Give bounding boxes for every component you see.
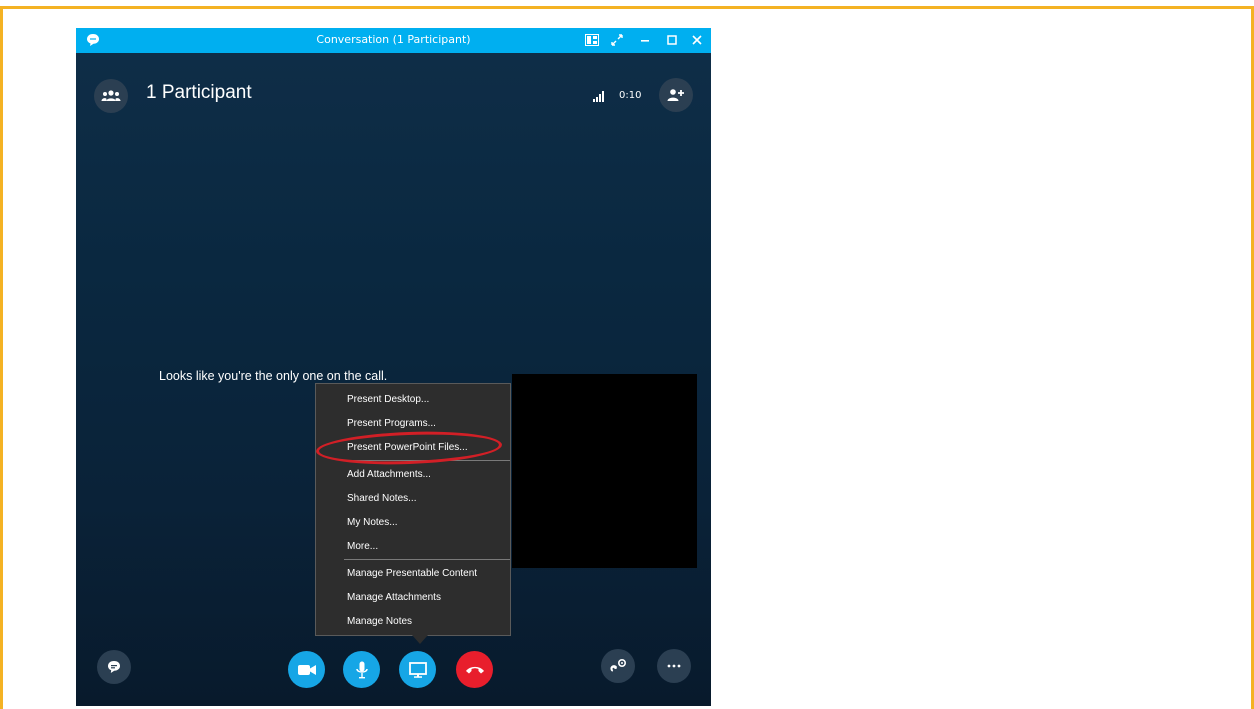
add-participant-icon <box>667 89 684 101</box>
more-options-icon <box>667 664 681 668</box>
menu-item-my-notes[interactable]: My Notes... <box>347 517 398 528</box>
video-icon <box>297 664 316 675</box>
add-participant-button[interactable] <box>659 78 693 112</box>
menu-item-shared-notes[interactable]: Shared Notes... <box>347 493 416 504</box>
more-options-button[interactable] <box>657 649 691 683</box>
participants-button[interactable] <box>94 79 128 113</box>
participant-count-title: 1 Participant <box>146 82 252 103</box>
title-bar[interactable]: Conversation (1 Participant) <box>76 28 711 53</box>
minimize-button[interactable] <box>637 32 653 48</box>
call-timer: 0:10 <box>619 90 642 101</box>
close-icon <box>692 35 702 45</box>
video-button[interactable] <box>288 651 325 688</box>
fullscreen-button[interactable] <box>609 32 625 48</box>
alone-on-call-message: Looks like you're the only one on the ca… <box>159 369 388 383</box>
menu-item-present-desktop[interactable]: Present Desktop... <box>347 394 429 405</box>
hang-up-button[interactable] <box>456 651 493 688</box>
minimize-icon <box>641 40 649 42</box>
menu-item-manage-notes[interactable]: Manage Notes <box>347 616 412 627</box>
close-button[interactable] <box>689 32 705 48</box>
microphone-icon <box>355 661 368 678</box>
menu-item-present-programs[interactable]: Present Programs... <box>347 418 436 429</box>
present-menu: Present Desktop... Present Programs... P… <box>315 383 511 636</box>
self-video-preview <box>512 374 697 568</box>
chat-button[interactable] <box>97 650 131 684</box>
present-button[interactable] <box>399 651 436 688</box>
snap-layout-icon <box>585 34 599 46</box>
fullscreen-icon <box>611 34 623 46</box>
conversation-window: Conversation (1 Participant) 1 Participa… <box>76 28 711 706</box>
menu-item-more[interactable]: More... <box>347 541 378 552</box>
present-screen-icon <box>408 661 427 678</box>
snap-layout-button[interactable] <box>584 32 600 48</box>
signal-strength-icon <box>593 91 604 102</box>
maximize-icon <box>667 35 677 45</box>
chat-icon <box>108 661 120 673</box>
menu-item-manage-presentable-content[interactable]: Manage Presentable Content <box>347 568 477 579</box>
call-controls-icon <box>610 658 627 672</box>
microphone-button[interactable] <box>343 651 380 688</box>
menu-item-manage-attachments[interactable]: Manage Attachments <box>347 592 441 603</box>
participants-icon <box>101 90 121 101</box>
menu-pointer <box>412 635 428 644</box>
call-controls-button[interactable] <box>601 649 635 683</box>
hang-up-icon <box>465 666 484 673</box>
menu-divider <box>344 559 510 560</box>
menu-item-add-attachments[interactable]: Add Attachments... <box>347 469 431 480</box>
maximize-button[interactable] <box>664 32 680 48</box>
